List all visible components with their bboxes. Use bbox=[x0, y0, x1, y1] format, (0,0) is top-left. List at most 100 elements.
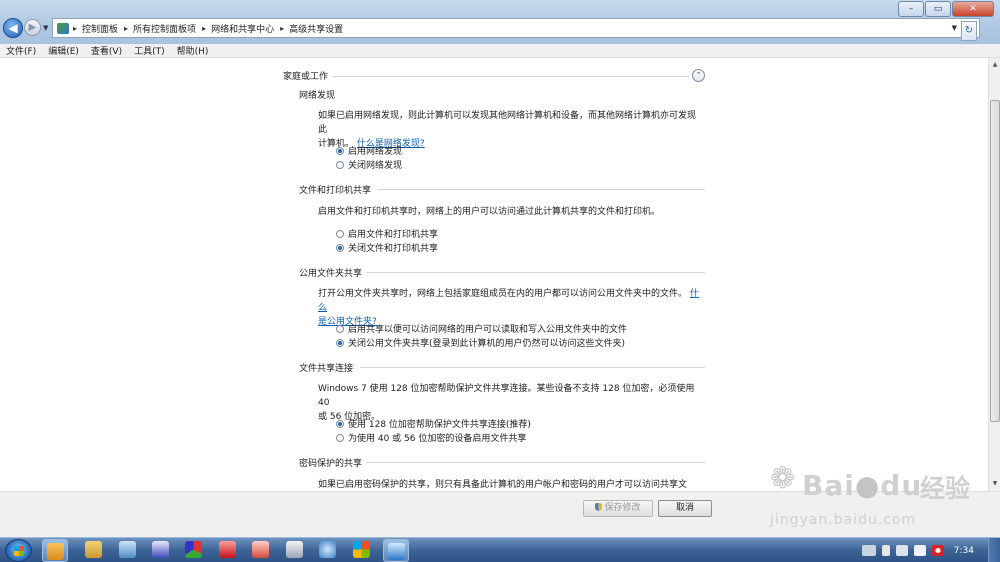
color-app-icon[interactable] bbox=[185, 541, 202, 558]
section-divider bbox=[366, 272, 705, 273]
fileprint-description: 启用文件和打印机共享时，网络上的用户可以访问通过此计算机共享的文件和打印机。 bbox=[318, 207, 661, 217]
collapse-button[interactable]: ⌃ bbox=[692, 69, 705, 82]
public-desc-text: 打开公用文件夹共享时，网络上包括家庭组成员在内的用户都可以访问公用文件夹中的文件… bbox=[318, 289, 688, 299]
back-button[interactable]: ◀ bbox=[3, 18, 23, 38]
vertical-scrollbar[interactable]: ▲ ▼ bbox=[988, 58, 1000, 491]
red-app-icon[interactable] bbox=[219, 541, 236, 558]
radio-unselected[interactable] bbox=[336, 324, 344, 333]
keyboard-icon[interactable] bbox=[861, 545, 876, 556]
menu-tools[interactable]: 工具(T) bbox=[134, 44, 165, 57]
back-arrow-icon: ◀ bbox=[8, 21, 18, 35]
radio-selected[interactable] bbox=[336, 419, 344, 428]
clock[interactable]: 7:34 bbox=[954, 546, 974, 556]
chevron-right-icon: ▸ bbox=[280, 23, 285, 33]
breadcrumb-network-center[interactable]: 网络和共享中心 bbox=[211, 22, 274, 35]
radio-unselected[interactable] bbox=[336, 433, 344, 442]
title-bar: – ▭ ✕ ◀ ▶ ▼ ▸ 控制面板 ▸ 所有控制面板项 ▸ 网络和共享中心 ▸… bbox=[0, 0, 1000, 44]
profile-title: 家庭或工作 bbox=[283, 72, 329, 82]
menu-help[interactable]: 帮助(H) bbox=[177, 44, 209, 57]
folder-icon[interactable] bbox=[85, 541, 102, 558]
baidu-watermark: ❁ Bai●du 经验 jingyan.baidu.com bbox=[768, 455, 998, 535]
breadcrumb-all-items[interactable]: 所有控制面板项 bbox=[133, 22, 196, 35]
taskbar-active-window[interactable] bbox=[42, 539, 68, 562]
fileprint-off-option[interactable]: 关闭文件和打印机共享 bbox=[336, 241, 438, 254]
minimize-button[interactable]: – bbox=[898, 1, 924, 17]
radio-selected[interactable] bbox=[336, 338, 344, 347]
radio-selected[interactable] bbox=[336, 146, 344, 155]
infinity-app-icon[interactable] bbox=[152, 541, 169, 558]
network-icon[interactable] bbox=[913, 545, 926, 556]
maximize-button[interactable]: ▭ bbox=[925, 1, 951, 17]
option-label: 使用 128 位加密帮助保护文件共享连接(推荐) bbox=[348, 420, 531, 430]
save-label: 保存修改 bbox=[604, 503, 641, 513]
scrollbar-thumb[interactable] bbox=[990, 100, 1000, 422]
flag-icon[interactable] bbox=[881, 545, 890, 556]
public-on-option[interactable]: 启用共享以便可以访问网络的用户可以读取和写入公用文件夹中的文件 bbox=[336, 322, 627, 335]
option-label: 启用共享以便可以访问网络的用户可以读取和写入公用文件夹中的文件 bbox=[348, 325, 628, 335]
navigation-bar: ◀ ▶ ▼ ▸ 控制面板 ▸ 所有控制面板项 ▸ 网络和共享中心 ▸ 高级共享设… bbox=[0, 16, 1000, 41]
paw-icon: ❁ bbox=[770, 461, 796, 496]
close-button[interactable]: ✕ bbox=[952, 1, 994, 17]
menu-file[interactable]: 文件(F) bbox=[6, 44, 36, 57]
refresh-icon: ↻ bbox=[964, 25, 974, 36]
discovery-off-option[interactable]: 关闭网络发现 bbox=[336, 158, 402, 171]
window-controls: – ▭ ✕ bbox=[897, 1, 994, 17]
section-title-discovery: 网络发现 bbox=[299, 91, 336, 101]
radio-unselected[interactable] bbox=[336, 229, 344, 238]
volume-muted-icon[interactable] bbox=[931, 545, 944, 556]
connections-desc-line1: Windows 7 使用 128 位加密帮助保护文件共享连接。某些设备不支持 1… bbox=[318, 384, 695, 408]
option-label: 关闭网络发现 bbox=[348, 161, 403, 171]
device-icon[interactable] bbox=[895, 545, 908, 556]
section-title-fileprint: 文件和打印机共享 bbox=[299, 186, 372, 196]
radio-selected[interactable] bbox=[336, 243, 344, 252]
breadcrumb-advanced-sharing[interactable]: 高级共享设置 bbox=[289, 22, 343, 35]
discovery-on-option[interactable]: 启用网络发现 bbox=[336, 144, 402, 157]
cancel-button[interactable]: 取消 bbox=[658, 500, 712, 517]
refresh-button[interactable]: ↻ bbox=[961, 21, 977, 41]
settings-content: 家庭或工作 ⌃ 网络发现 如果已启用网络发现，则此计算机可以发现其他网络计算机和… bbox=[0, 58, 988, 491]
encryption-40-option[interactable]: 为使用 40 或 56 位加密的设备启用文件共享 bbox=[336, 431, 526, 444]
taskbar: 7:34 bbox=[0, 537, 1000, 562]
option-label: 关闭文件和打印机共享 bbox=[348, 244, 439, 254]
password-description: 如果已启用密码保护的共享，则只有具备此计算机的用户帐户和密码的用户才可以访问共享… bbox=[318, 480, 688, 490]
show-desktop-button[interactable] bbox=[988, 538, 1000, 562]
menu-bar: 文件(F) 编辑(E) 查看(V) 工具(T) 帮助(H) bbox=[0, 44, 1000, 58]
start-button[interactable] bbox=[5, 539, 32, 562]
network-app-icon[interactable] bbox=[119, 541, 136, 558]
recent-pages-dropdown[interactable]: ▼ bbox=[43, 24, 48, 32]
breadcrumb-control-panel[interactable]: 控制面板 bbox=[82, 22, 118, 35]
chevron-up-icon: ⌃ bbox=[695, 71, 702, 79]
profile-divider bbox=[333, 76, 689, 77]
option-label: 为使用 40 或 56 位加密的设备启用文件共享 bbox=[348, 434, 527, 444]
uac-shield-icon bbox=[595, 503, 603, 511]
forward-arrow-icon: ▶ bbox=[28, 22, 37, 33]
explorer-icon bbox=[47, 543, 64, 560]
fileprint-on-option[interactable]: 启用文件和打印机共享 bbox=[336, 227, 438, 240]
option-label: 启用文件和打印机共享 bbox=[348, 230, 439, 240]
forward-button[interactable]: ▶ bbox=[24, 19, 41, 36]
address-bar[interactable]: ▸ 控制面板 ▸ 所有控制面板项 ▸ 网络和共享中心 ▸ 高级共享设置 ▼ ↻ bbox=[52, 18, 980, 41]
save-changes-button[interactable]: 保存修改 bbox=[583, 500, 653, 517]
option-label: 关闭公用文件夹共享(登录到此计算机的用户仍然可以访问这些文件夹) bbox=[348, 339, 626, 349]
browser-icon[interactable] bbox=[319, 541, 336, 558]
system-tray: 7:34 bbox=[861, 538, 1000, 562]
section-title-public: 公用文件夹共享 bbox=[299, 269, 363, 279]
watermark-brand: Bai●du bbox=[802, 469, 923, 502]
menu-edit[interactable]: 编辑(E) bbox=[48, 44, 79, 57]
taskbar-control-panel[interactable] bbox=[383, 539, 409, 562]
tools-app-icon[interactable] bbox=[252, 541, 269, 558]
section-divider bbox=[378, 189, 705, 190]
option-label: 启用网络发现 bbox=[348, 147, 403, 157]
watermark-url: jingyan.baidu.com bbox=[770, 512, 917, 528]
control-panel-icon bbox=[57, 22, 69, 34]
address-dropdown-icon[interactable]: ▼ bbox=[952, 24, 957, 32]
windows-app-icon[interactable] bbox=[353, 541, 370, 558]
encryption-128-option[interactable]: 使用 128 位加密帮助保护文件共享连接(推荐) bbox=[336, 417, 531, 430]
scroll-up-icon[interactable]: ▲ bbox=[990, 60, 1000, 70]
chevron-right-icon: ▸ bbox=[73, 23, 78, 33]
window-app-icon[interactable] bbox=[286, 541, 303, 558]
menu-view[interactable]: 查看(V) bbox=[91, 44, 122, 57]
public-off-option[interactable]: 关闭公用文件夹共享(登录到此计算机的用户仍然可以访问这些文件夹) bbox=[336, 336, 625, 349]
radio-unselected[interactable] bbox=[336, 160, 344, 169]
chevron-right-icon: ▸ bbox=[124, 23, 129, 33]
